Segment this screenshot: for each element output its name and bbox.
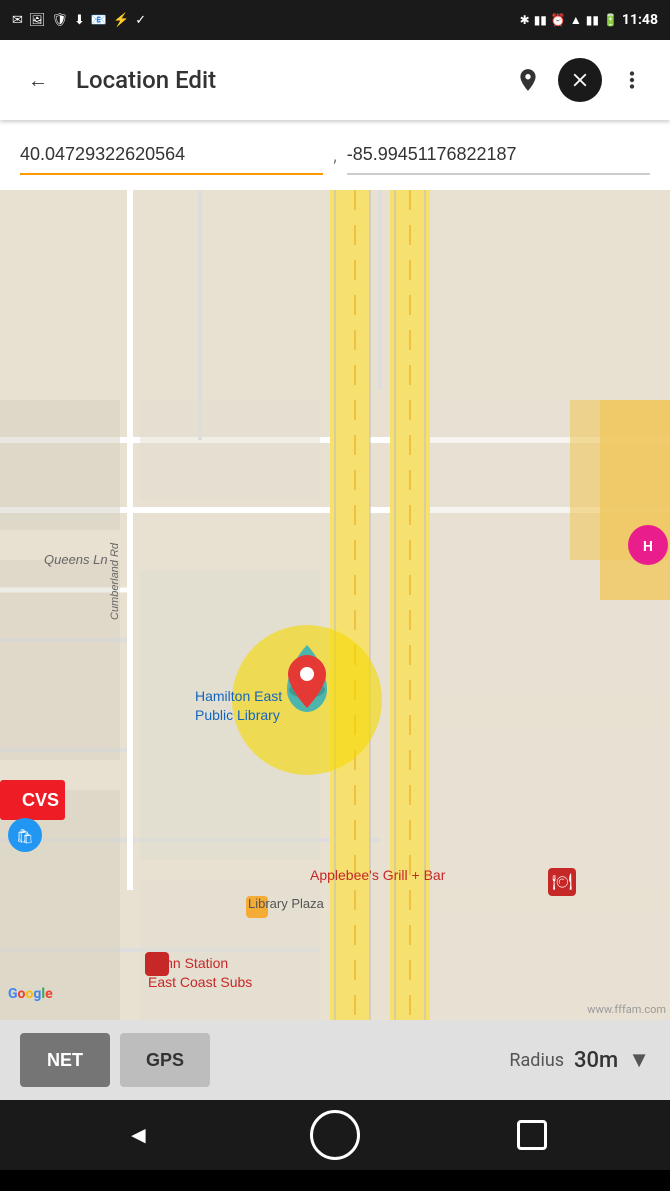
svg-text:Public Library: Public Library: [195, 707, 280, 723]
mail-icon: 📧: [91, 13, 107, 28]
svg-text:Cumberland Rd: Cumberland Rd: [109, 542, 121, 620]
download-icon: ⬇: [74, 13, 85, 28]
more-options-button[interactable]: [610, 58, 654, 102]
back-button[interactable]: ←: [16, 58, 60, 102]
app-bar: ← Location Edit: [0, 40, 670, 120]
svg-text:Library Plaza: Library Plaza: [248, 896, 325, 911]
alarm-icon: ⏰: [551, 13, 566, 27]
svg-text:Hamilton East: Hamilton East: [195, 688, 282, 704]
shield-icon: 🛡: [51, 13, 68, 28]
system-nav-bar: ◄: [0, 1100, 670, 1170]
signal-icon: ▮▮: [534, 13, 547, 27]
close-button[interactable]: [558, 58, 602, 102]
bluetooth-icon: ✱: [520, 13, 530, 27]
app-bar-actions: [506, 58, 654, 102]
svg-text:Queens Ln: Queens Ln: [44, 552, 108, 567]
status-bar: ✉ 🖼 🛡 ⬇ 📧 ⚡ ✓ ✱ ▮▮ ⏰ ▲ ▮▮ 🔋 11:48: [0, 0, 670, 40]
app-bar-title: Location Edit: [76, 66, 490, 94]
nav-home-button[interactable]: [310, 1110, 360, 1160]
photo-icon: 🖼: [29, 13, 46, 28]
radius-label: Radius: [509, 1050, 564, 1071]
map-view[interactable]: H CVS 🛍 🍽 🏪 🏪 37 38: [0, 190, 670, 1020]
svg-text:CVS: CVS: [22, 790, 59, 810]
status-icons-left: ✉ 🖼 🛡 ⬇ 📧 ⚡ ✓: [12, 13, 146, 28]
location-pin-button[interactable]: [506, 58, 550, 102]
radius-dropdown-button[interactable]: ▼: [628, 1047, 650, 1073]
radius-section: Radius 30m ▼: [220, 1047, 650, 1073]
svg-text:🍽: 🍽: [552, 872, 572, 891]
coordinates-bar: ,: [0, 120, 670, 190]
gmail-icon: ✉: [12, 13, 23, 28]
svg-text:East Coast Subs: East Coast Subs: [148, 974, 252, 990]
google-watermark: G o o g l e: [8, 986, 53, 1002]
nav-back-button[interactable]: ◄: [113, 1110, 163, 1160]
radius-value: 30m: [574, 1048, 618, 1073]
check-icon: ✓: [135, 13, 146, 28]
time-display: 11:48: [622, 12, 658, 28]
fffam-watermark: www.fffam.com: [587, 1003, 666, 1016]
svg-text:🛍: 🛍: [16, 828, 34, 845]
nav-recents-button[interactable]: [507, 1110, 557, 1160]
longitude-input[interactable]: [347, 136, 650, 175]
network-icon: ▮▮: [586, 13, 599, 27]
bottom-controls-bar: NET GPS Radius 30m ▼: [0, 1020, 670, 1100]
wifi-icon: ▲: [570, 13, 582, 27]
latitude-input[interactable]: [20, 136, 323, 175]
flash-icon: ⚡: [113, 13, 129, 28]
svg-text:Penn Station: Penn Station: [148, 955, 228, 971]
net-button[interactable]: NET: [20, 1033, 110, 1087]
battery-icon: 🔋: [603, 13, 618, 27]
svg-text:H: H: [643, 539, 653, 555]
status-icons-right: ✱ ▮▮ ⏰ ▲ ▮▮ 🔋 11:48: [520, 12, 658, 28]
coord-separator: ,: [333, 145, 336, 166]
gps-button[interactable]: GPS: [120, 1033, 210, 1087]
svg-text:Applebee's Grill + Bar: Applebee's Grill + Bar: [310, 867, 446, 883]
